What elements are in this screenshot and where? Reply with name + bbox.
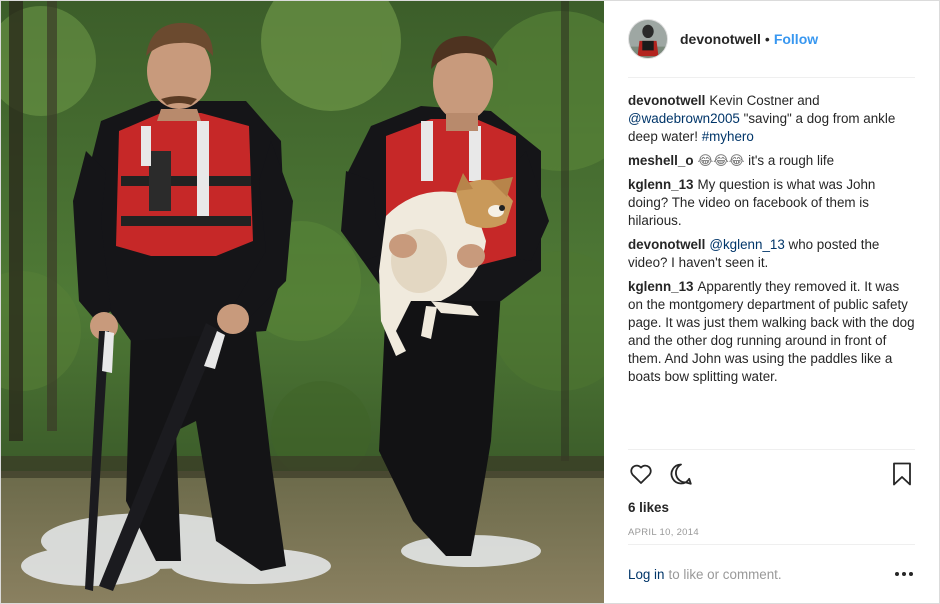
- login-link[interactable]: Log in: [628, 567, 664, 582]
- bookmark-icon[interactable]: [889, 461, 915, 487]
- author-username[interactable]: devonotwell: [680, 31, 761, 47]
- post-header: devonotwell • Follow: [628, 1, 915, 78]
- comment-text: Apparently they removed it. It was on th…: [628, 279, 915, 384]
- mention-link[interactable]: @kglenn_13: [709, 237, 784, 252]
- post-side-panel: devonotwell • Follow devonotwell Kevin Co…: [604, 1, 939, 603]
- instagram-post: devonotwell • Follow devonotwell Kevin Co…: [0, 0, 940, 604]
- action-bar: [628, 449, 915, 498]
- emoji-text: 😂😂😂: [697, 153, 745, 168]
- comment-username[interactable]: devonotwell: [628, 237, 705, 252]
- heart-icon[interactable]: [628, 461, 654, 487]
- post-date: APRIL 10, 2014: [628, 522, 915, 545]
- comment-icon[interactable]: [668, 461, 694, 487]
- comment-username[interactable]: kglenn_13: [628, 279, 694, 294]
- rescuers-with-dog-image: [1, 1, 604, 603]
- likes-count[interactable]: 6 likes: [628, 498, 915, 518]
- more-options-icon[interactable]: [893, 567, 915, 581]
- avatar-image: [629, 20, 667, 58]
- comment-text: Kevin Costner and: [709, 93, 820, 108]
- comment-username[interactable]: meshell_o: [628, 153, 694, 168]
- avatar[interactable]: [628, 19, 668, 59]
- post-photo[interactable]: [1, 1, 604, 603]
- comment-list: devonotwell Kevin Costner and @wadebrown2…: [604, 78, 939, 449]
- comment: kglenn_13 Apparently they removed it. It …: [628, 278, 915, 386]
- login-prompt-text: to like or comment.: [668, 566, 782, 582]
- comment: kglenn_13 My question is what was John do…: [628, 176, 915, 230]
- header-separator: •: [764, 31, 770, 47]
- comment-username[interactable]: devonotwell: [628, 93, 705, 108]
- comment: devonotwell Kevin Costner and @wadebrown2…: [628, 92, 915, 146]
- comment-text: it's a rough life: [744, 153, 835, 168]
- mention-link[interactable]: @wadebrown2005: [628, 111, 740, 126]
- follow-button[interactable]: Follow: [774, 31, 818, 47]
- comment: meshell_o 😂😂😂 it's a rough life: [628, 152, 915, 170]
- comment: devonotwell @kglenn_13 who posted the vid…: [628, 236, 915, 272]
- login-prompt: Log in to like or comment.: [628, 545, 915, 603]
- comment-username[interactable]: kglenn_13: [628, 177, 694, 192]
- hashtag-link[interactable]: #myhero: [702, 129, 754, 144]
